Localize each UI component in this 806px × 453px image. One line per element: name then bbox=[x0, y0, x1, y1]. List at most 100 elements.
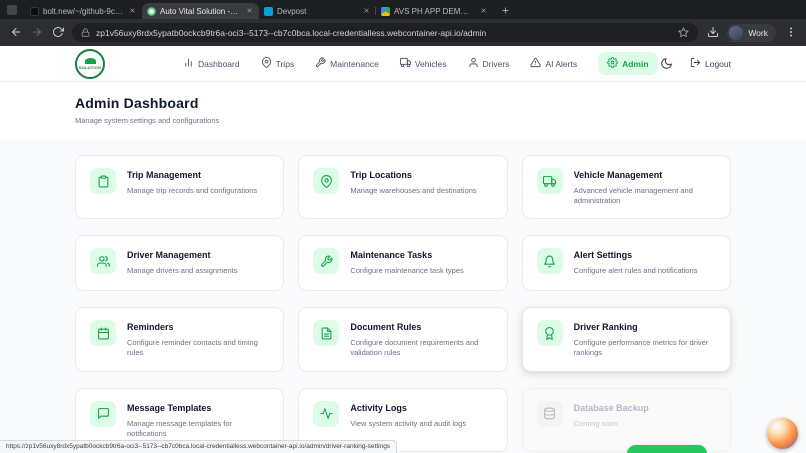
page-subtitle: Manage system settings and configuration… bbox=[75, 116, 220, 125]
nav-item-vehicles[interactable]: Vehicles bbox=[399, 57, 447, 70]
avs-favicon-icon bbox=[147, 6, 156, 16]
activity-icon bbox=[313, 400, 340, 427]
bolt-favicon-icon bbox=[30, 6, 39, 16]
logo-mark-icon bbox=[84, 57, 96, 64]
card-description: Manage trip records and configurations bbox=[127, 186, 258, 195]
download-icon[interactable] bbox=[706, 26, 719, 39]
site-logo[interactable]: SOLUTION bbox=[75, 48, 105, 79]
bell-icon bbox=[536, 248, 563, 275]
clipboard-icon bbox=[90, 168, 116, 194]
browser-tab-auto-vital-solution[interactable]: Auto Vital Solution - Intelligent bbox=[142, 3, 259, 19]
logout-button[interactable]: Logout bbox=[690, 57, 731, 70]
card-driver-ranking[interactable]: Driver Ranking Configure performance met… bbox=[521, 307, 731, 372]
avatar bbox=[729, 25, 744, 40]
nav-item-label: Dashboard bbox=[198, 58, 240, 69]
card-title: Trip Management bbox=[127, 170, 202, 180]
nav-item-maintenance[interactable]: Maintenance bbox=[315, 57, 379, 70]
browser-window: bolt.new/~/github-9cqfh1v7 Auto Vital So… bbox=[0, 0, 806, 453]
wrench-icon bbox=[313, 248, 340, 275]
forward-icon[interactable] bbox=[30, 26, 43, 39]
status-link-preview: https://zp1v56uxy8rdx5ypatb0ockcb9tr6a-o… bbox=[0, 440, 398, 453]
message-square-icon bbox=[90, 400, 116, 427]
nav-right: Logout bbox=[660, 57, 731, 70]
card-document-rules[interactable]: Document Rules Configure document requir… bbox=[298, 307, 508, 372]
map-pin-icon bbox=[313, 168, 340, 194]
bookmark-star-icon[interactable] bbox=[678, 27, 689, 38]
url-text: zp1v56uxy8rdx5ypatb0ockcb9tr6a-oci3--517… bbox=[96, 27, 487, 38]
nav-item-ai-alerts[interactable]: AI Alerts bbox=[530, 57, 577, 70]
site-nav: SOLUTION Dashboard Trips Maintenance Veh… bbox=[0, 46, 806, 82]
page-title: Admin Dashboard bbox=[75, 95, 199, 111]
gear-icon bbox=[607, 57, 619, 70]
nav-item-trips[interactable]: Trips bbox=[261, 57, 295, 70]
alert-triangle-icon bbox=[530, 57, 542, 70]
browser-toolbar: zp1v56uxy8rdx5ypatb0ockcb9tr6a-oci3--517… bbox=[0, 19, 806, 46]
card-maintenance-tasks[interactable]: Maintenance Tasks Configure maintenance … bbox=[298, 235, 508, 292]
back-icon[interactable] bbox=[9, 26, 22, 39]
card-title: Maintenance Tasks bbox=[350, 250, 433, 261]
card-reminders[interactable]: Reminders Configure reminder contacts an… bbox=[75, 307, 285, 372]
moon-icon[interactable] bbox=[660, 57, 673, 70]
card-trip-management[interactable]: Trip Management Manage trip records and … bbox=[75, 155, 285, 220]
card-description: Manage drivers and assignments bbox=[127, 266, 238, 276]
card-trip-locations[interactable]: Trip Locations Manage warehouses and des… bbox=[298, 155, 508, 220]
card-description: Configure alert rules and notifications bbox=[573, 266, 698, 276]
admin-cards-section: Trip Management Manage trip records and … bbox=[75, 140, 731, 452]
card-title: Activity Logs bbox=[350, 402, 407, 413]
award-icon bbox=[536, 320, 563, 347]
card-description: Configure performance metrics for driver… bbox=[573, 338, 709, 358]
browser-tab-bolt[interactable]: bolt.new/~/github-9cqfh1v7 bbox=[25, 3, 142, 19]
profile-label: Work bbox=[748, 27, 768, 38]
nav-item-label: AI Alerts bbox=[545, 58, 578, 69]
nav-item-label: Maintenance bbox=[330, 58, 379, 69]
reload-icon[interactable] bbox=[51, 26, 64, 39]
nav-item-dashboard[interactable]: Dashboard bbox=[183, 57, 240, 70]
logo-text: SOLUTION bbox=[78, 64, 102, 70]
nav-item-label: Trips bbox=[275, 58, 295, 69]
user-icon bbox=[468, 57, 479, 70]
wrench-icon bbox=[315, 57, 326, 70]
lock-icon[interactable] bbox=[81, 28, 90, 37]
page-header: Admin Dashboard Manage system settings a… bbox=[0, 82, 806, 140]
tab-close-icon[interactable] bbox=[244, 6, 254, 16]
card-title: Alert Settings bbox=[573, 250, 633, 261]
profile-chip[interactable]: Work bbox=[727, 23, 776, 42]
new-tab-button[interactable] bbox=[498, 3, 512, 17]
card-title: Vehicle Management bbox=[573, 170, 663, 180]
nav-items: Dashboard Trips Maintenance Vehicles Dri… bbox=[183, 52, 658, 75]
bolt-badge[interactable] bbox=[767, 418, 798, 449]
tab-title: Devpost bbox=[277, 6, 307, 16]
card-vehicle-management[interactable]: Vehicle Management Advanced vehicle mana… bbox=[521, 155, 731, 220]
nav-item-label: Admin bbox=[622, 58, 649, 69]
browser-tab-avs-demo-clips[interactable]: AVS PH APP DEMO CLIPS - Go... bbox=[375, 3, 493, 19]
truck-icon bbox=[536, 168, 563, 194]
address-bar[interactable]: zp1v56uxy8rdx5ypatb0ockcb9tr6a-oci3--517… bbox=[72, 23, 699, 42]
nav-item-label: Vehicles bbox=[414, 58, 447, 69]
card-title: Driver Ranking bbox=[573, 322, 638, 333]
browser-menu-icon[interactable] bbox=[784, 26, 797, 39]
card-description: Coming soon bbox=[573, 418, 618, 428]
tab-close-icon[interactable] bbox=[127, 6, 137, 16]
card-description: Configure maintenance task types bbox=[350, 266, 464, 276]
users-icon bbox=[90, 248, 116, 275]
drive-favicon-icon bbox=[381, 6, 390, 16]
nav-item-drivers[interactable]: Drivers bbox=[468, 57, 510, 70]
nav-item-admin[interactable]: Admin bbox=[598, 52, 658, 75]
nav-item-label: Drivers bbox=[482, 58, 510, 69]
tab-close-icon[interactable] bbox=[361, 6, 371, 16]
browser-tab-devpost[interactable]: Devpost bbox=[259, 3, 376, 19]
tab-close-icon[interactable] bbox=[478, 6, 488, 16]
card-alert-settings[interactable]: Alert Settings Configure alert rules and… bbox=[521, 235, 731, 292]
card-description: View system activity and audit logs bbox=[350, 418, 467, 428]
card-title: Trip Locations bbox=[350, 170, 412, 180]
card-title: Reminders bbox=[127, 322, 174, 333]
database-icon bbox=[536, 400, 563, 427]
map-pin-icon bbox=[261, 57, 272, 70]
card-title: Document Rules bbox=[350, 322, 422, 333]
floating-action-button[interactable] bbox=[627, 445, 707, 453]
card-description: Advanced vehicle management and administ… bbox=[573, 186, 693, 206]
card-driver-management[interactable]: Driver Management Manage drivers and ass… bbox=[75, 235, 285, 292]
tab-title: bolt.new/~/github-9cqfh1v7 bbox=[43, 6, 123, 16]
bar-chart-icon bbox=[183, 57, 194, 70]
card-description: Configure reminder contacts and timing r… bbox=[127, 338, 258, 358]
